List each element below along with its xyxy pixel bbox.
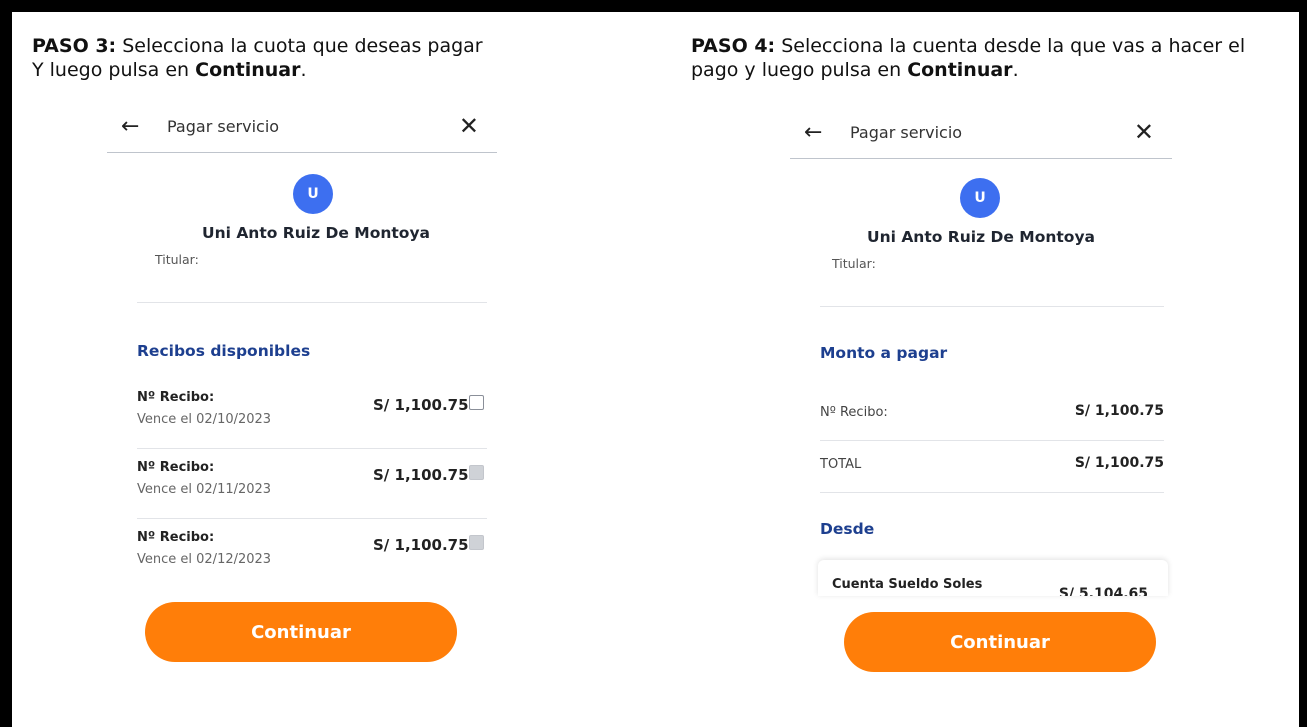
- receipt-amount: S/ 1,100.75: [373, 536, 469, 554]
- divider: [820, 492, 1164, 493]
- service-name: Uni Anto Ruiz De Montoya: [866, 228, 1096, 246]
- step4-text-line1: Selecciona la cuenta desde la que vas a …: [775, 35, 1246, 57]
- close-icon[interactable]: ✕: [1134, 118, 1154, 146]
- receipt-due-date: Vence el 02/11/2023: [137, 482, 272, 497]
- step4-period: .: [1012, 59, 1019, 81]
- divider: [137, 302, 487, 303]
- receipt-row: Nº Recibo: S/ 1,100.75: [820, 390, 1164, 442]
- divider: [820, 440, 1164, 441]
- receipt-due-date: Vence el 02/10/2023: [137, 412, 272, 427]
- continue-button[interactable]: Continuar: [844, 612, 1156, 672]
- divider: [820, 306, 1164, 307]
- receipt-checkbox[interactable]: [469, 535, 484, 550]
- topbar-title: Pagar servicio: [167, 117, 280, 136]
- continue-button[interactable]: Continuar: [145, 602, 457, 662]
- receipt-checkbox[interactable]: [469, 465, 484, 480]
- total-label: TOTAL: [820, 457, 862, 472]
- step4-text-line2: pago y luego pulsa en: [691, 59, 908, 81]
- screenshot-frame: PASO 3: Selecciona la cuota que deseas p…: [12, 12, 1299, 727]
- close-icon[interactable]: ✕: [459, 112, 479, 140]
- topbar-title: Pagar servicio: [850, 123, 963, 142]
- receipt-item[interactable]: Nº Recibo: Vence el 02/11/2023 S/ 1,100.…: [107, 452, 497, 520]
- receipt-due-date: Vence el 02/12/2023: [137, 552, 272, 567]
- step4-label: PASO 4:: [691, 35, 776, 57]
- available-receipts-title: Recibos disponibles: [137, 342, 311, 360]
- step4-instructions: PASO 4: Selecciona la cuenta desde la qu…: [691, 34, 1291, 82]
- account-balance: S/ 5,104.65: [1058, 586, 1148, 596]
- divider: [137, 448, 487, 449]
- step3-text-line1: Selecciona la cuota que deseas pagar: [116, 35, 483, 57]
- receipt-checkbox[interactable]: [469, 395, 484, 410]
- from-section-title: Desde: [820, 520, 875, 538]
- holder-label: Titular:: [832, 256, 876, 271]
- account-name: Cuenta Sueldo Soles: [832, 577, 983, 592]
- receipt-amount: S/ 1,100.75: [373, 396, 469, 414]
- amount-to-pay-title: Monto a pagar: [820, 344, 948, 362]
- step3-instructions: PASO 3: Selecciona la cuota que deseas p…: [32, 34, 592, 82]
- receipt-label: Nº Recibo:: [820, 405, 888, 420]
- account-card[interactable]: Cuenta Sueldo Soles S/ 5,104.65: [818, 560, 1168, 596]
- receipt-label: Nº Recibo:: [137, 460, 215, 475]
- step3-label: PASO 3:: [32, 35, 117, 57]
- step3-text-line2: Y luego pulsa en: [32, 59, 196, 81]
- step3-continue-word: Continuar: [195, 59, 301, 81]
- step3-topbar: ← Pagar servicio ✕: [107, 104, 497, 153]
- step4-screen: ← Pagar servicio ✕ U Uni Anto Ruiz De Mo…: [790, 110, 1172, 672]
- service-name: Uni Anto Ruiz De Montoya: [201, 224, 431, 242]
- service-avatar: U: [293, 174, 333, 214]
- back-arrow-icon[interactable]: ←: [121, 114, 139, 139]
- receipt-item[interactable]: Nº Recibo: Vence el 02/12/2023 S/ 1,100.…: [107, 522, 497, 590]
- step4-continue-word: Continuar: [907, 59, 1013, 81]
- back-arrow-icon[interactable]: ←: [804, 120, 822, 145]
- step3-screen: ← Pagar servicio ✕ U Uni Anto Ruiz De Mo…: [107, 104, 497, 662]
- total-row: TOTAL S/ 1,100.75: [820, 442, 1164, 494]
- divider: [137, 518, 487, 519]
- receipt-label: Nº Recibo:: [137, 530, 215, 545]
- receipt-amount: S/ 1,100.75: [373, 466, 469, 484]
- holder-label: Titular:: [155, 252, 199, 267]
- step3-period: .: [300, 59, 307, 81]
- service-avatar: U: [960, 178, 1000, 218]
- receipt-amount: S/ 1,100.75: [1074, 403, 1164, 419]
- step4-topbar: ← Pagar servicio ✕: [790, 110, 1172, 159]
- receipt-label: Nº Recibo:: [137, 390, 215, 405]
- total-amount: S/ 1,100.75: [1074, 455, 1164, 471]
- receipt-item[interactable]: Nº Recibo: Vence el 02/10/2023 S/ 1,100.…: [107, 382, 497, 450]
